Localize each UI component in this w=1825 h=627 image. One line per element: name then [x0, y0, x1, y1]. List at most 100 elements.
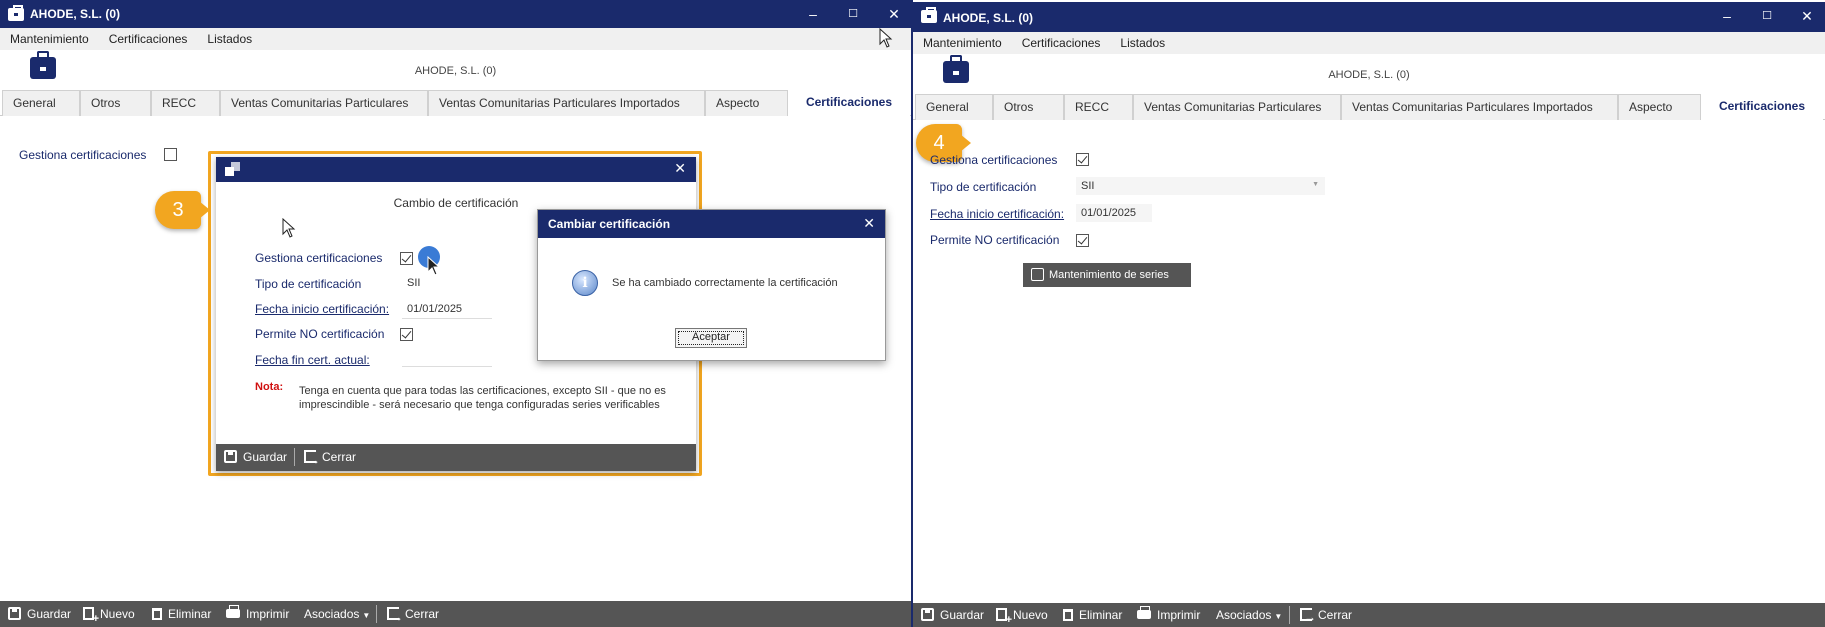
gestiona-checkbox[interactable]: [1076, 153, 1089, 166]
menu-mantenimiento[interactable]: Mantenimiento: [0, 28, 99, 50]
delete-button[interactable]: Eliminar: [152, 601, 211, 627]
associated-dropdown[interactable]: Asociados ▼: [304, 601, 370, 627]
bottom-toolbar: Guardar Nuevo Eliminar Imprimir Asociado…: [0, 601, 911, 627]
tipo-label: Tipo de certificación: [255, 277, 362, 291]
tab-aspecto[interactable]: Aspecto: [1618, 94, 1701, 120]
window-title: AHODE, S.L. (0): [943, 11, 1034, 25]
fecha-inicio-label[interactable]: Fecha inicio certificación:: [930, 207, 1064, 221]
new-icon: [996, 608, 1012, 625]
printer-icon: [1137, 606, 1151, 619]
associated-dropdown[interactable]: Asociados ▼: [1216, 603, 1282, 627]
print-button[interactable]: Imprimir: [1137, 603, 1200, 627]
toolbar-separator: [376, 605, 377, 623]
dialog-close-button[interactable]: Cerrar: [304, 444, 356, 474]
menu-listados[interactable]: Listados: [1110, 32, 1175, 54]
tab-certificaciones[interactable]: Certificaciones: [788, 90, 910, 116]
menu-listados[interactable]: Listados: [197, 28, 262, 50]
tipo-select[interactable]: SII: [402, 274, 534, 292]
window-app-icon: [225, 162, 240, 176]
maximize-button[interactable]: ☐: [1757, 6, 1777, 26]
tab-aspecto[interactable]: Aspecto: [705, 90, 788, 116]
gestiona-checkbox[interactable]: [164, 148, 177, 161]
permite-checkbox[interactable]: [400, 328, 413, 341]
tab-certificaciones[interactable]: Certificaciones: [1701, 94, 1823, 120]
tipo-value: SII: [1081, 180, 1095, 192]
nota-label: Nota:: [255, 381, 284, 393]
tab-ventas-comunitarias[interactable]: Ventas Comunitarias Particulares: [220, 90, 428, 116]
tab-general[interactable]: General: [2, 90, 80, 116]
permite-checkbox[interactable]: [1076, 234, 1089, 247]
close-window-button[interactable]: Cerrar: [1300, 603, 1352, 627]
menu-certificaciones[interactable]: Certificaciones: [1012, 32, 1111, 54]
menu-certificaciones[interactable]: Certificaciones: [99, 28, 198, 50]
accept-button[interactable]: Aceptar: [675, 328, 747, 348]
message-text: Se ha cambiado correctamente la certific…: [612, 277, 838, 289]
tab-general[interactable]: General: [915, 94, 993, 120]
new-icon: [83, 607, 99, 624]
menu-mantenimiento[interactable]: Mantenimiento: [913, 32, 1012, 54]
fecha-inicio-input[interactable]: 01/01/2025: [402, 300, 492, 319]
fecha-fin-label[interactable]: Fecha fin cert. actual:: [255, 353, 370, 367]
close-button[interactable]: ✕: [884, 4, 904, 24]
save-button[interactable]: Guardar: [8, 601, 71, 627]
tab-ventas-importados[interactable]: Ventas Comunitarias Particulares Importa…: [1341, 94, 1618, 120]
permite-label: Permite NO certificación: [255, 327, 385, 341]
delete-label: Eliminar: [1079, 608, 1123, 622]
window-title: AHODE, S.L. (0): [30, 7, 121, 21]
tab-ventas-importados[interactable]: Ventas Comunitarias Particulares Importa…: [428, 90, 705, 116]
print-button[interactable]: Imprimir: [226, 601, 289, 627]
exit-icon: [387, 604, 403, 627]
briefcase-icon: [8, 5, 24, 21]
save-label: Guardar: [940, 608, 985, 622]
save-icon: [921, 608, 934, 621]
print-label: Imprimir: [246, 607, 290, 621]
save-label: Guardar: [27, 607, 72, 621]
gestiona-label: Gestiona certificaciones: [930, 153, 1058, 167]
tipo-select[interactable]: SII ▼: [1076, 177, 1325, 195]
minimize-button[interactable]: –: [1717, 6, 1737, 26]
tab-strip: General Otros RECC Ventas Comunitarias P…: [0, 90, 911, 116]
save-icon: [224, 450, 237, 463]
toolbar-separator: [1289, 606, 1290, 624]
minimize-button[interactable]: –: [803, 4, 823, 24]
tab-recc[interactable]: RECC: [151, 90, 220, 116]
associated-label: Asociados: [304, 607, 360, 621]
tab-otros[interactable]: Otros: [80, 90, 151, 116]
caret-down-icon: ▼: [1312, 181, 1319, 188]
dialog-toolbar: Guardar Cerrar: [216, 444, 696, 474]
gestiona-label: Gestiona certificaciones: [19, 148, 147, 162]
associated-label: Asociados: [1216, 608, 1272, 622]
series-maintenance-button[interactable]: Mantenimiento de series: [1023, 263, 1191, 287]
tab-ventas-comunitarias[interactable]: Ventas Comunitarias Particulares: [1133, 94, 1341, 120]
right-window: AHODE, S.L. (0) – ☐ ✕ Mantenimiento Certi…: [911, 0, 1825, 627]
gestiona-checkbox[interactable]: [400, 252, 413, 265]
new-label: Nuevo: [1013, 608, 1048, 622]
tab-recc[interactable]: RECC: [1064, 94, 1133, 120]
company-title: AHODE, S.L. (0): [1328, 69, 1410, 81]
tipo-label: Tipo de certificación: [930, 180, 1037, 194]
tab-otros[interactable]: Otros: [993, 94, 1064, 120]
menu-bar: Mantenimiento Certificaciones Listados: [0, 28, 911, 50]
dialog-save-label: Guardar: [243, 450, 288, 464]
delete-button[interactable]: Eliminar: [1063, 603, 1122, 627]
fecha-inicio-input[interactable]: 01/01/2025: [1076, 204, 1152, 222]
company-header: AHODE, S.L. (0): [0, 50, 911, 88]
close-icon[interactable]: ✕: [674, 160, 686, 177]
printer-icon: [226, 605, 240, 618]
close-button[interactable]: ✕: [1797, 6, 1817, 26]
fecha-fin-input[interactable]: [402, 366, 492, 367]
close-window-label: Cerrar: [405, 607, 440, 621]
new-button[interactable]: Nuevo: [996, 603, 1048, 627]
save-button[interactable]: Guardar: [921, 603, 984, 627]
briefcase-icon: [921, 7, 937, 23]
close-window-button[interactable]: Cerrar: [387, 601, 439, 627]
permite-label: Permite NO certificación: [930, 233, 1060, 247]
dialog-title-bar: ✕: [216, 157, 696, 182]
dialog-save-button[interactable]: Guardar: [224, 444, 287, 471]
dialog-heading: Cambio de certificación: [393, 196, 519, 210]
close-window-label: Cerrar: [1318, 608, 1353, 622]
close-icon[interactable]: ✕: [863, 215, 875, 232]
maximize-button[interactable]: ☐: [843, 4, 863, 24]
fecha-inicio-label[interactable]: Fecha inicio certificación:: [255, 302, 389, 316]
new-button[interactable]: Nuevo: [83, 601, 135, 627]
